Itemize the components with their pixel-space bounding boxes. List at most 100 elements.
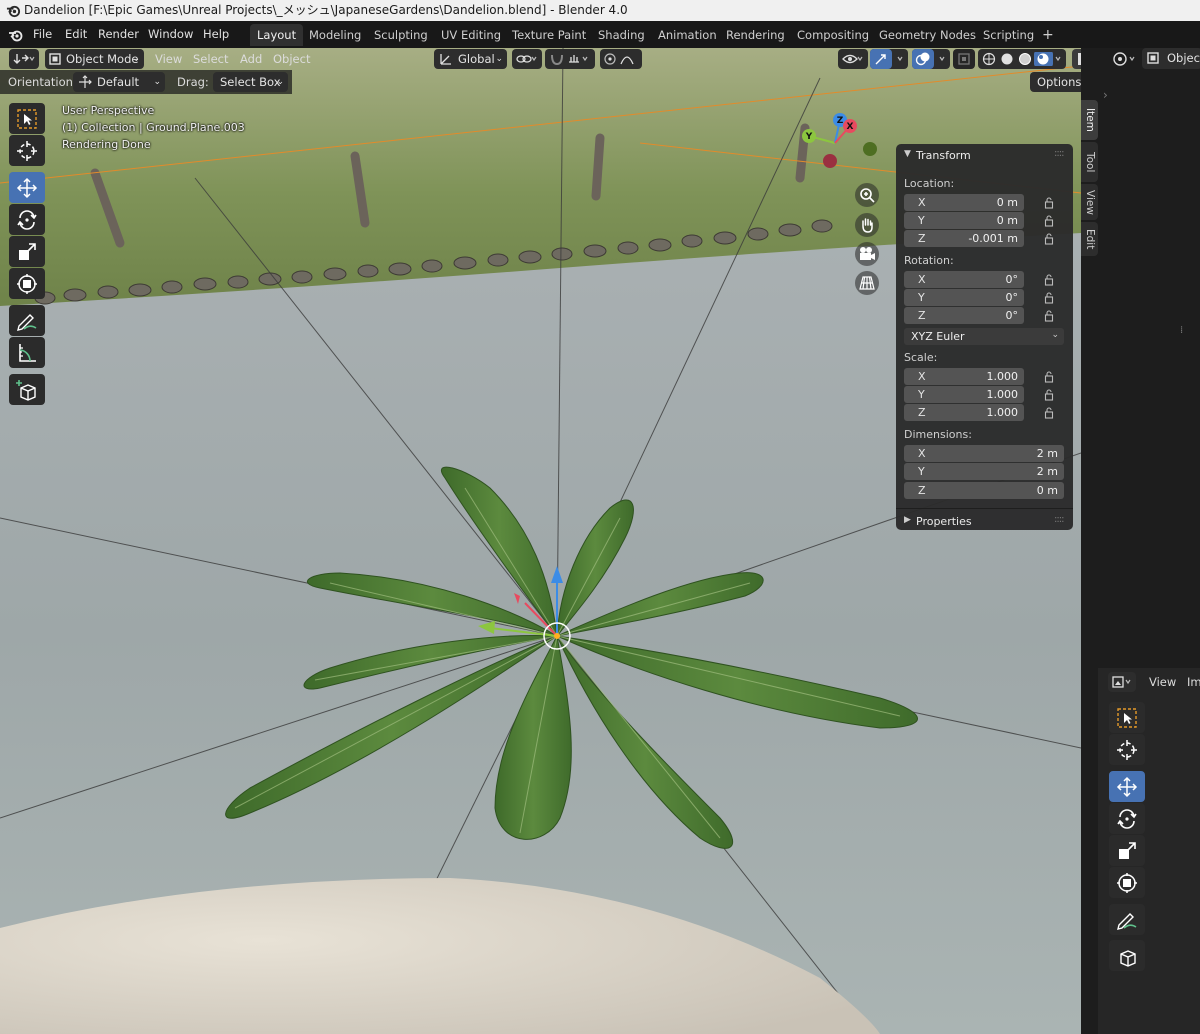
collapse-arrow-icon[interactable]: › — [1103, 88, 1108, 102]
workspace-tab-shading[interactable]: Shading — [591, 24, 652, 46]
header-menu-add[interactable]: Add — [240, 49, 262, 69]
blender-menu-icon[interactable] — [8, 27, 24, 43]
snap-controls[interactable] — [545, 49, 595, 69]
xray-toggle[interactable] — [953, 49, 975, 69]
object-visibility-dropdown[interactable] — [838, 49, 868, 69]
rotation-mode-dropdown[interactable]: XYZ Euler ⌄ — [904, 328, 1064, 345]
workspace-tab-compositing[interactable]: Compositing — [790, 24, 876, 46]
right-tool-move[interactable] — [1109, 771, 1145, 802]
properties-editor-type-icon[interactable] — [1112, 50, 1138, 68]
header-menu-object[interactable]: Object — [273, 49, 310, 69]
location-x-field[interactable]: X 0 m — [904, 194, 1024, 211]
rotation-z-field[interactable]: Z 0° — [904, 307, 1024, 324]
zoom-button[interactable] — [855, 183, 879, 207]
lock-rotation-z-icon[interactable] — [1044, 310, 1056, 322]
workspace-tab-rendering[interactable]: Rendering — [719, 24, 792, 46]
lock-location-x-icon[interactable] — [1044, 197, 1056, 209]
scale-y-field[interactable]: Y 1.000 — [904, 386, 1024, 403]
menu-help[interactable]: Help — [203, 26, 229, 43]
object-context-button[interactable]: Object — [1142, 48, 1200, 69]
right-tool-add-cube[interactable] — [1109, 940, 1145, 971]
location-y-field[interactable]: Y 0 m — [904, 212, 1024, 229]
navigation-gizmo[interactable]: Y Z X — [795, 108, 885, 178]
header-menu-view[interactable]: View — [155, 49, 182, 69]
camera-view-button[interactable] — [855, 242, 879, 266]
tool-rotate[interactable] — [9, 204, 45, 235]
lock-scale-z-icon[interactable] — [1044, 407, 1056, 419]
sidebar-tab-edit[interactable]: Edit — [1081, 222, 1098, 256]
expand-chevron-icon[interactable]: ▶ — [904, 515, 911, 525]
second-editor-type-button[interactable] — [1108, 672, 1136, 692]
workspace-tab-layout[interactable]: Layout — [250, 24, 304, 46]
toggle-perspective-button[interactable] — [855, 271, 879, 295]
tool-move[interactable] — [9, 172, 45, 203]
drag-handle-icon[interactable]: :::: — [1054, 148, 1065, 159]
tool-scale[interactable] — [9, 236, 45, 267]
right-tool-cursor[interactable] — [1109, 734, 1145, 765]
right-tool-scale[interactable] — [1109, 835, 1145, 866]
lock-scale-y-icon[interactable] — [1044, 389, 1056, 401]
right-tool-rotate[interactable] — [1109, 803, 1145, 834]
pivot-point-dropdown[interactable] — [512, 49, 542, 69]
gizmo-toggle[interactable] — [870, 49, 908, 69]
menu-file[interactable]: File — [33, 26, 52, 43]
properties-panel-title[interactable]: Properties — [916, 515, 972, 528]
workspace-tab-uv-editing[interactable]: UV Editing — [434, 24, 508, 46]
location-z-field[interactable]: Z -0.001 m — [904, 230, 1024, 247]
menu-render[interactable]: Render — [98, 26, 139, 43]
sidebar-tab-item[interactable]: Item — [1081, 100, 1098, 140]
resize-handle-icon[interactable]: ⁞ — [1180, 325, 1183, 336]
editor-type-button[interactable] — [9, 49, 39, 69]
drag-dropdown[interactable]: Select Box ⌄ — [213, 72, 288, 92]
orientation-dropdown[interactable]: Default ⌄ — [73, 72, 165, 92]
collapse-chevron-icon[interactable]: ▼ — [904, 149, 911, 159]
mode-dropdown[interactable]: Object Mode ⌄ — [45, 49, 144, 69]
gizmo-neg-x-axis[interactable] — [823, 154, 837, 168]
workspace-tab-geometry-nodes[interactable]: Geometry Nodes — [872, 24, 983, 46]
gizmo-neg-y-axis[interactable] — [863, 142, 877, 156]
transform-orientation-dropdown[interactable]: Global ⌄ — [434, 49, 507, 69]
workspace-tab-animation[interactable]: Animation — [651, 24, 724, 46]
second-header-menu-view[interactable]: View — [1149, 675, 1176, 689]
lock-scale-x-icon[interactable] — [1044, 371, 1056, 383]
transform-panel-title[interactable]: Transform — [916, 149, 971, 162]
viewport-shading-buttons[interactable] — [978, 49, 1066, 69]
second-header-menu-clipped[interactable]: Im — [1187, 675, 1200, 689]
lock-location-z-icon[interactable] — [1044, 233, 1056, 245]
sidebar-tab-view[interactable]: View — [1081, 184, 1098, 220]
lock-rotation-x-icon[interactable] — [1044, 274, 1056, 286]
tool-measure[interactable] — [9, 337, 45, 368]
drag-handle-icon[interactable]: :::: — [1054, 514, 1065, 525]
workspace-tab-scripting[interactable]: Scripting — [976, 24, 1041, 46]
workspace-tab-texture-paint[interactable]: Texture Paint — [505, 24, 593, 46]
tool-select-box[interactable] — [9, 103, 45, 134]
tool-add-cube[interactable] — [9, 374, 45, 405]
options-dropdown[interactable]: Options ⌄ — [1030, 72, 1081, 92]
rotation-y-field[interactable]: Y 0° — [904, 289, 1024, 306]
lock-rotation-y-icon[interactable] — [1044, 292, 1056, 304]
tool-transform[interactable] — [9, 268, 45, 299]
3d-viewport[interactable]: Object Mode ⌄ View Select Add Object Glo… — [0, 48, 1081, 1034]
workspace-tab-modeling[interactable]: Modeling — [302, 24, 368, 46]
pan-button[interactable] — [855, 213, 879, 237]
add-workspace-button[interactable]: + — [1035, 24, 1061, 46]
scale-x-field[interactable]: X 1.000 — [904, 368, 1024, 385]
workspace-tab-sculpting[interactable]: Sculpting — [367, 24, 435, 46]
menu-window[interactable]: Window — [148, 26, 193, 43]
pause-render-button[interactable] — [1072, 49, 1081, 69]
menu-edit[interactable]: Edit — [65, 26, 87, 43]
dimensions-x-field[interactable]: X 2 m — [904, 445, 1064, 462]
right-tool-select[interactable] — [1109, 702, 1145, 733]
right-tool-annotate[interactable] — [1109, 904, 1145, 935]
scale-z-field[interactable]: Z 1.000 — [904, 404, 1024, 421]
dimensions-y-field[interactable]: Y 2 m — [904, 463, 1064, 480]
tool-annotate[interactable] — [9, 305, 45, 336]
overlays-toggle[interactable] — [912, 49, 950, 69]
proportional-editing[interactable] — [600, 49, 642, 69]
lock-location-y-icon[interactable] — [1044, 215, 1056, 227]
right-tool-transform[interactable] — [1109, 867, 1145, 898]
tool-cursor[interactable] — [9, 135, 45, 166]
sidebar-tab-tool[interactable]: Tool — [1081, 142, 1098, 182]
dimensions-z-field[interactable]: Z 0 m — [904, 482, 1064, 499]
header-menu-select[interactable]: Select — [193, 49, 228, 69]
